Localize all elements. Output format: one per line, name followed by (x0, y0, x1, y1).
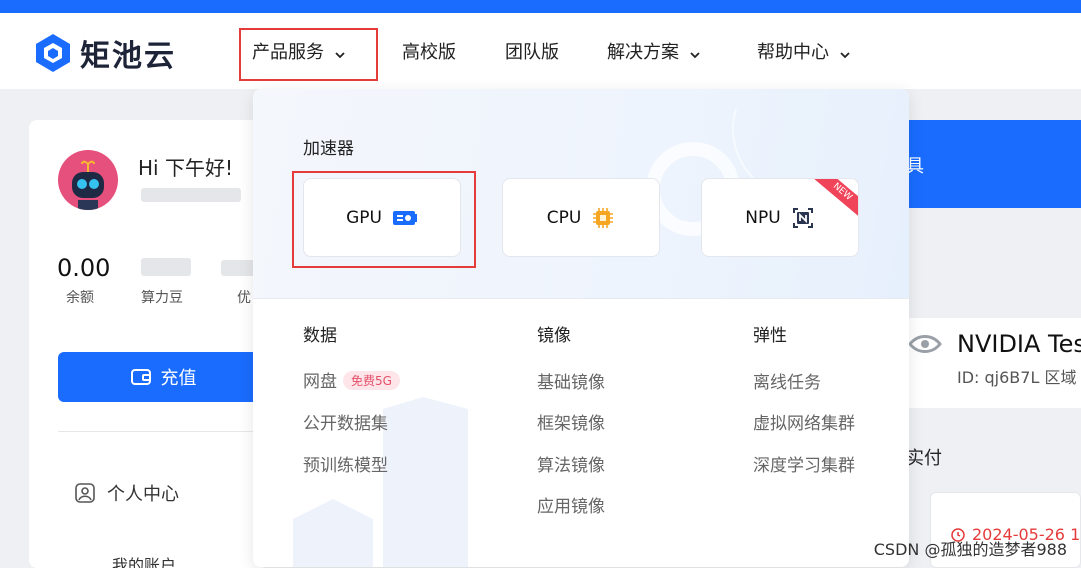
highlight-box-gpu (292, 171, 476, 268)
gpu-model-name: NVIDIA Tes (957, 330, 1081, 358)
user-panel: Hi 下午好! 0.00 余额 算力豆 优 充值 个人中心 我的账户 (29, 120, 269, 568)
nav-university-label: 高校版 (402, 42, 456, 63)
menu-item-public-datasets[interactable]: 公开数据集 (303, 409, 388, 434)
chevron-down-icon (839, 45, 851, 59)
products-dropdown-menu: 加速器 GPU CPU NPU NEW 数据 网盘 免费5G 公开数据集 预训练模… (253, 89, 909, 567)
column-images-title: 镜像 (537, 326, 571, 346)
menu-item-pretrained-models[interactable]: 预训练模型 (303, 451, 388, 476)
column-data-title: 数据 (303, 326, 337, 346)
top-nav: 矩池云 产品服务 高校版 团队版 解决方案 帮助中心 (0, 13, 1081, 89)
compute-beans-redacted (141, 258, 191, 276)
accelerator-npu[interactable]: NPU NEW (701, 178, 859, 257)
avatar[interactable] (58, 150, 118, 210)
divider (58, 431, 269, 432)
nav-solutions[interactable]: 解决方案 (607, 13, 701, 89)
greeting: Hi 下午好! (138, 156, 233, 180)
recharge-label: 充值 (160, 368, 197, 389)
brand-name: 矩池云 (80, 39, 176, 74)
menu-item-offline-tasks[interactable]: 离线任务 (753, 368, 821, 393)
menu-item-framework-images[interactable]: 框架镜像 (537, 409, 605, 434)
nav-team[interactable]: 团队版 (505, 13, 559, 89)
wallet-icon (130, 368, 151, 386)
accelerator-cpu-label: CPU (546, 207, 582, 228)
promo-banner[interactable] (905, 120, 1081, 208)
nvidia-logo-icon (908, 332, 942, 360)
top-accent-bar (0, 0, 1081, 13)
accelerator-npu-label: NPU (745, 207, 781, 228)
paid-label: 实付 (906, 448, 942, 469)
brand-logo-icon (34, 33, 72, 73)
balance-value: 0.00 (57, 254, 111, 282)
chevron-down-icon (689, 45, 701, 59)
recharge-button[interactable]: 充值 (58, 352, 269, 402)
nav-help-center[interactable]: 帮助中心 (757, 13, 851, 89)
nav-team-label: 团队版 (505, 42, 559, 63)
nav-university[interactable]: 高校版 (402, 13, 456, 89)
gpu-instance-id: ID: qj6B7L 区域 (957, 368, 1077, 387)
menu-item-base-images[interactable]: 基础镜像 (537, 368, 605, 393)
logo[interactable]: 矩池云 (34, 31, 176, 75)
menu-item-deep-learning-cluster[interactable]: 深度学习集群 (753, 451, 855, 476)
menu-item-algorithm-images[interactable]: 算法镜像 (537, 451, 605, 476)
nav-help-center-label: 帮助中心 (757, 42, 829, 63)
free-storage-badge: 免费5G (343, 371, 400, 390)
stat-label-coupon: 优 (237, 290, 251, 306)
dropdown-divider (253, 298, 909, 299)
menu-item-netdisk[interactable]: 网盘 免费5G (303, 367, 400, 392)
nav-solutions-label: 解决方案 (607, 42, 679, 63)
accelerator-heading: 加速器 (303, 139, 354, 159)
npu-icon (791, 206, 815, 230)
stat-label-balance: 余额 (66, 290, 94, 306)
accelerator-cpu[interactable]: CPU (502, 178, 660, 257)
menu-item-virtual-network-cluster[interactable]: 虚拟网络集群 (753, 409, 855, 434)
csdn-watermark: CSDN @孤独的造梦者988 (873, 540, 1067, 559)
username-redacted (141, 188, 241, 202)
column-elastic-title: 弹性 (753, 326, 787, 346)
menu-my-account[interactable]: 我的账户 (112, 552, 176, 568)
highlight-box-products (239, 28, 378, 81)
cpu-chip-icon (591, 206, 615, 230)
menu-personal-center[interactable]: 个人中心 (75, 480, 179, 506)
menu-personal-center-label: 个人中心 (107, 484, 179, 505)
menu-item-application-images[interactable]: 应用镜像 (537, 492, 605, 517)
user-icon (75, 483, 95, 503)
menu-item-netdisk-label: 网盘 (303, 372, 337, 392)
stat-label-beans: 算力豆 (141, 290, 183, 306)
new-ribbon-badge: NEW (811, 179, 858, 221)
